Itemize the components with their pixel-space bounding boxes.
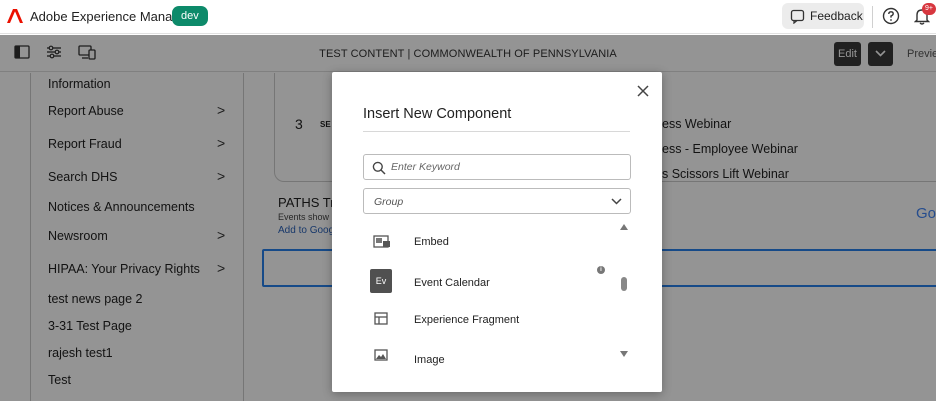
feedback-button[interactable]: Feedback [782,3,864,29]
group-select[interactable]: Group [363,188,631,214]
feedback-icon [790,9,805,24]
component-item-image[interactable]: Image [363,347,618,381]
keyword-search-field[interactable] [363,154,631,180]
scroll-up-arrow-icon[interactable] [620,224,628,230]
event-calendar-icon: Ev [370,269,392,293]
notification-count-badge: 9+ [922,3,936,15]
close-icon[interactable] [636,84,650,98]
chevron-down-icon [611,198,622,205]
dialog-divider [363,131,630,132]
shell-bar: Adobe Experience Manager dev Feedback 9+ [0,0,936,34]
group-select-value: Group [374,196,404,208]
app-name[interactable]: Adobe Experience Manager [30,9,191,24]
feedback-label: Feedback [810,9,863,23]
scrollbar-thumb[interactable] [621,277,627,291]
shell-divider [872,6,873,28]
help-icon[interactable] [882,7,900,25]
keyword-search-input[interactable] [391,158,621,176]
image-icon [374,349,388,361]
component-label: Experience Fragment [414,314,520,326]
info-icon[interactable]: i [597,266,605,274]
component-item-event-calendar[interactable]: Ev Event Calendar [363,269,618,303]
dialog-title: Insert New Component [363,106,512,122]
component-label: Event Calendar [414,277,490,289]
insert-component-dialog: Insert New Component Group Embed Ev Even… [332,72,662,392]
embed-icon [373,235,390,248]
environment-badge: dev [172,6,208,26]
scroll-down-arrow-icon[interactable] [620,351,628,357]
component-label: Embed [414,236,449,248]
component-item-embed[interactable]: Embed [363,232,618,266]
component-label: Image [414,354,445,366]
search-icon [372,161,386,175]
component-item-experience-fragment[interactable]: Experience Fragment [363,310,618,344]
experience-fragment-icon [374,312,388,325]
adobe-logo-icon[interactable] [7,8,23,24]
